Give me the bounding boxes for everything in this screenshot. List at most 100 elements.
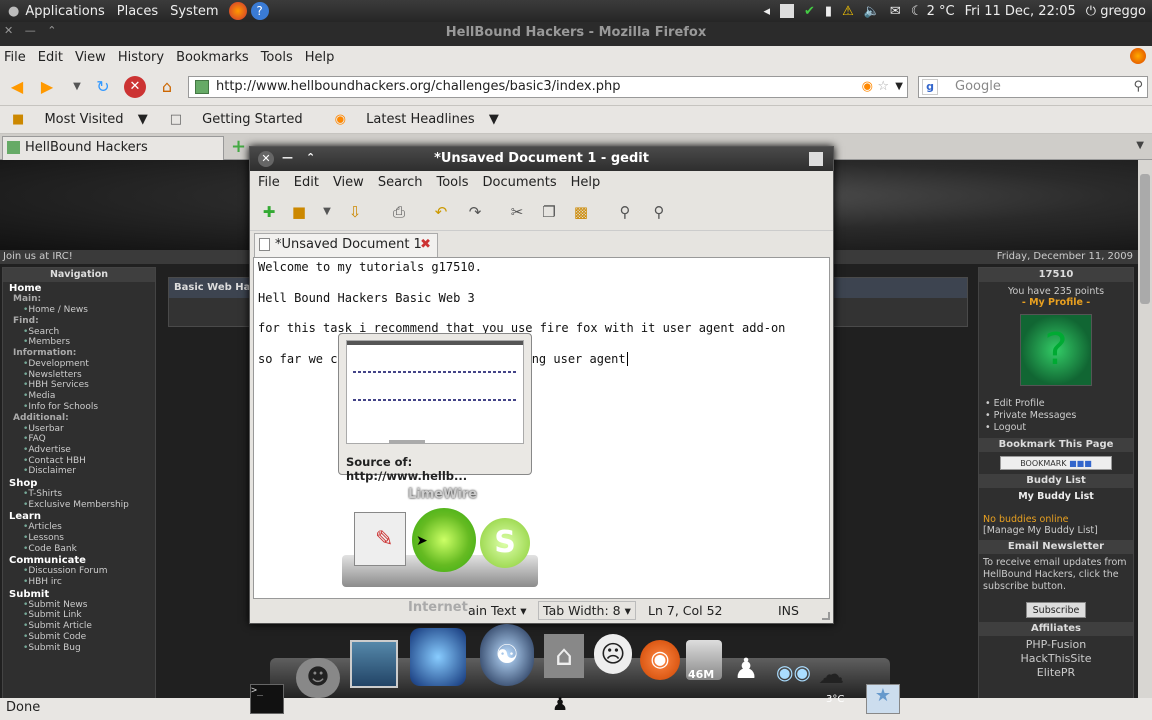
ff-menu-help[interactable]: Help xyxy=(305,50,335,65)
bookmark-getting-started[interactable]: □ Getting Started xyxy=(164,112,313,127)
network-dock-icon[interactable] xyxy=(410,628,466,686)
tab-width-selector[interactable]: Tab Width: 8 ▾ xyxy=(538,601,636,620)
nav-link[interactable]: Submit News xyxy=(3,600,155,611)
gedit-menu-view[interactable]: View xyxy=(333,175,364,190)
eyes-icon[interactable]: ◉◉ xyxy=(776,660,818,684)
maximize-window-icon[interactable]: ⌃ xyxy=(47,24,56,37)
minimize-window-icon[interactable]: — xyxy=(25,24,36,37)
terminal-icon[interactable]: >_ xyxy=(250,684,284,714)
system-tray-arrow-icon[interactable]: ◂ xyxy=(763,4,770,19)
gedit-minimize-icon[interactable]: — xyxy=(282,151,293,165)
resize-grip[interactable] xyxy=(822,612,830,620)
mail-icon[interactable]: ✉ xyxy=(890,4,901,19)
site-identity-icon[interactable] xyxy=(195,80,209,94)
nav-section[interactable]: Learn xyxy=(3,511,155,522)
menu-applications[interactable]: Applications xyxy=(25,4,104,19)
ff-menu-history[interactable]: History xyxy=(118,50,164,65)
copy-icon[interactable]: ❐ xyxy=(538,201,560,223)
firefox-launcher-icon[interactable] xyxy=(228,2,247,20)
nav-link[interactable]: Home / News xyxy=(3,305,155,316)
ghost-icon[interactable]: ☹ xyxy=(594,634,632,674)
language-selector[interactable]: ain Text ▾ xyxy=(468,603,527,618)
back-icon[interactable]: ◀ xyxy=(6,76,28,98)
gnome-foot-icon[interactable]: ● xyxy=(8,4,19,19)
browser-dock-icon[interactable]: ☯ xyxy=(480,624,534,686)
nav-link[interactable]: Media xyxy=(3,391,155,402)
gedit-menu-help[interactable]: Help xyxy=(571,175,601,190)
nav-link[interactable]: Advertise xyxy=(3,445,155,456)
tab-list-icon[interactable]: ▼ xyxy=(1136,140,1144,151)
open-icon[interactable]: ■ xyxy=(288,201,310,223)
weather-dock-icon[interactable]: ☁ xyxy=(818,660,858,694)
home-folder-icon[interactable]: ⌂ xyxy=(544,634,584,678)
search-icon[interactable]: ⚲ xyxy=(1133,77,1143,97)
bookmark-button[interactable]: BOOKMARK ■■■ xyxy=(1000,456,1112,470)
close-window-icon[interactable]: ✕ xyxy=(4,24,13,37)
nav-link[interactable]: Info for Schools xyxy=(3,402,155,413)
bookmark-latest-headlines[interactable]: ◉ Latest Headlines ▼ xyxy=(329,112,499,127)
scrollbar-thumb[interactable] xyxy=(1140,174,1150,304)
nav-link[interactable]: HBH irc xyxy=(3,577,155,588)
nav-link[interactable]: Lessons xyxy=(3,533,155,544)
gedit-menu-documents[interactable]: Documents xyxy=(483,175,557,190)
history-dropdown-icon[interactable]: ▼ xyxy=(66,76,88,98)
stop-icon[interactable]: ✕ xyxy=(124,76,146,98)
gedit-document-tab[interactable]: *Unsaved Document 1 ✖ xyxy=(254,233,438,257)
nav-link[interactable]: Disclaimer xyxy=(3,466,155,477)
affiliate-link[interactable]: PHP-Fusion xyxy=(979,638,1133,652)
gedit-menu-edit[interactable]: Edit xyxy=(294,175,319,190)
my-profile-link[interactable]: - My Profile - xyxy=(979,297,1133,308)
ff-menu-tools[interactable]: Tools xyxy=(261,50,293,65)
gedit-menu-search[interactable]: Search xyxy=(378,175,423,190)
ff-menu-view[interactable]: View xyxy=(75,50,106,65)
ubuntu-icon[interactable]: ◉ xyxy=(640,640,680,680)
nav-link[interactable]: Code Bank xyxy=(3,544,155,555)
nav-link[interactable]: Exclusive Membership xyxy=(3,500,155,511)
nav-link[interactable]: HBH Services xyxy=(3,380,155,391)
cut-icon[interactable]: ✂ xyxy=(506,201,528,223)
affiliate-link[interactable]: HackThisSite xyxy=(979,652,1133,666)
gedit-close-icon[interactable]: ✕ xyxy=(258,151,274,167)
nav-link[interactable]: Discussion Forum xyxy=(3,566,155,577)
search-field[interactable]: g Google ⚲ xyxy=(918,76,1148,98)
penguin-icon[interactable]: ♟ xyxy=(730,652,762,688)
nav-link[interactable]: Submit Bug xyxy=(3,643,155,654)
nav-link[interactable]: Development xyxy=(3,359,155,370)
subscribe-button[interactable]: Subscribe xyxy=(1026,602,1086,618)
new-document-icon[interactable]: ✚ xyxy=(258,201,280,223)
find-replace-icon[interactable]: ⚲ xyxy=(648,201,670,223)
rss-icon[interactable]: ◉ xyxy=(862,77,873,97)
nav-link[interactable]: Userbar xyxy=(3,424,155,435)
nav-link[interactable]: Articles xyxy=(3,522,155,533)
ff-menu-file[interactable]: File xyxy=(4,50,26,65)
user-menu[interactable]: ⏻ greggo xyxy=(1086,4,1146,19)
nav-section[interactable]: Shop xyxy=(3,478,155,489)
nav-section[interactable]: Home xyxy=(3,283,155,294)
menu-places[interactable]: Places xyxy=(117,4,158,19)
nav-link[interactable]: Submit Code xyxy=(3,632,155,643)
edit-profile-link[interactable]: • Edit Profile xyxy=(985,398,1133,410)
url-dropdown-icon[interactable]: ▼ xyxy=(895,77,903,97)
redo-icon[interactable]: ↷ xyxy=(464,201,486,223)
undo-icon[interactable]: ↶ xyxy=(430,201,452,223)
clock[interactable]: Fri 11 Dec, 22:05 xyxy=(965,4,1076,19)
ff-menu-edit[interactable]: Edit xyxy=(38,50,63,65)
manage-buddy-link[interactable]: [Manage My Buddy List] xyxy=(979,525,1133,536)
open-recent-icon[interactable]: ▼ xyxy=(316,201,338,223)
nav-link[interactable]: Newsletters xyxy=(3,370,155,381)
paste-icon[interactable]: ▩ xyxy=(570,201,592,223)
nav-link[interactable]: Members xyxy=(3,337,155,348)
bookmark-most-visited[interactable]: ■ Most Visited ▼ xyxy=(6,112,148,127)
network-icon[interactable]: ▮ xyxy=(825,4,832,19)
ff-menu-bookmarks[interactable]: Bookmarks xyxy=(176,50,249,65)
find-icon[interactable]: ⚲ xyxy=(614,201,636,223)
gedit-maximize-icon[interactable]: ⌃ xyxy=(306,151,315,165)
gedit-menu-tools[interactable]: Tools xyxy=(436,175,468,190)
logout-link[interactable]: • Logout xyxy=(985,422,1133,434)
help-launcher-icon[interactable]: ? xyxy=(250,2,269,20)
avatar[interactable]: ? xyxy=(1020,314,1092,386)
nav-section[interactable]: Submit xyxy=(3,589,155,600)
nav-link[interactable]: T-Shirts xyxy=(3,489,155,500)
nav-link[interactable]: FAQ xyxy=(3,434,155,445)
forward-icon[interactable]: ▶ xyxy=(36,76,58,98)
